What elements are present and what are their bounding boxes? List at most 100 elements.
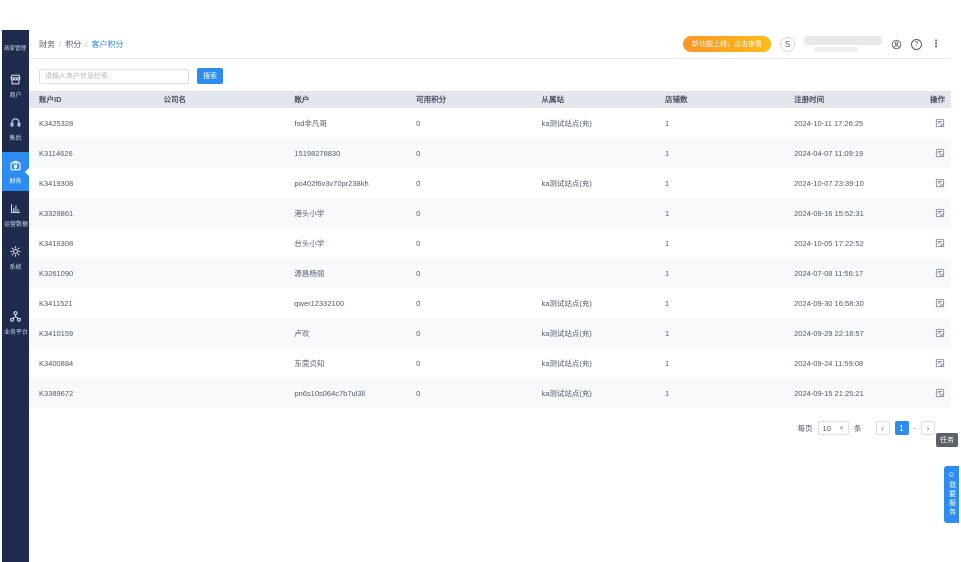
table-cell: po402f6v3v70pr238kh xyxy=(294,178,369,188)
more-options-icon[interactable]: ⋮ xyxy=(931,39,941,50)
table-cell: 1 xyxy=(665,358,670,368)
view-detail-icon[interactable] xyxy=(935,118,945,128)
sidebar-item-operations[interactable]: 运营数据 xyxy=(2,195,29,234)
sidebar-nav: 商户售后财务运营数据系统业务平台 xyxy=(2,66,29,346)
table-cell: 2024-09-15 21:25:21 xyxy=(794,388,864,398)
table-cell: 2024-10-07 23:39:10 xyxy=(794,178,864,188)
table-cell: 0 xyxy=(416,358,421,368)
view-detail-icon[interactable] xyxy=(935,178,945,188)
table-cell: 1 xyxy=(665,268,670,278)
table-cell: 1 xyxy=(665,148,670,158)
sidebar-item-platform[interactable]: 业务平台 xyxy=(2,303,29,342)
table-cell: 2024-07-08 11:56:17 xyxy=(794,268,864,278)
sidebar-item-label: 财务 xyxy=(9,178,22,185)
gear-icon xyxy=(9,245,22,258)
table-cell: 台头小学 xyxy=(294,238,325,248)
table-cell: 2024-09-29 22:18:57 xyxy=(794,328,864,338)
sidebar-item-aftersale[interactable]: 售后 xyxy=(2,109,29,148)
view-detail-icon[interactable] xyxy=(935,328,945,338)
task-tooltip: 任务 xyxy=(936,433,958,447)
service-float-button[interactable]: ☺ 我要服务 xyxy=(944,466,959,523)
view-detail-icon[interactable] xyxy=(935,208,945,218)
table-cell: 0 xyxy=(416,148,421,158)
search-row: 搜索 xyxy=(29,59,951,91)
sidebar-item-label: 业务平台 xyxy=(3,329,28,336)
redacted-line xyxy=(804,36,882,45)
sidebar-item-label: 售后 xyxy=(9,135,22,142)
prev-page-button[interactable]: ‹ xyxy=(875,421,890,435)
table-cell: 2024-10-11 17:26:25 xyxy=(794,118,864,128)
table-cell: K3411521 xyxy=(39,298,73,308)
table-cell-actions xyxy=(916,358,951,368)
help-icon[interactable]: ? xyxy=(911,38,922,50)
pagination: 每页 10 ∨ 条 ‹ 1 - › xyxy=(29,408,951,435)
headset-icon xyxy=(9,116,22,129)
sidebar-item-label: 系统 xyxy=(9,264,22,271)
table-row: K3416308 台头小学 0 1 2024-10-05 17:22:52 xyxy=(29,228,951,258)
table-cell: ka测试站点(充) xyxy=(541,118,592,128)
view-detail-icon[interactable] xyxy=(935,238,945,248)
support-icon[interactable] xyxy=(891,39,902,50)
table-cell: 1 xyxy=(665,118,670,128)
table-cell: K3400884 xyxy=(39,358,74,368)
table-cell: 东莞贞知 xyxy=(294,358,325,368)
breadcrumb-finance[interactable]: 财务 xyxy=(39,39,55,50)
next-page-button[interactable]: › xyxy=(921,421,935,435)
table-cell: fsd非凡哥 xyxy=(294,118,327,128)
sidebar-item-system[interactable]: 系统 xyxy=(2,238,29,277)
screen: 商家管理 商户 售后 财务 运营数据 系统 业务平台 财务 / 积分 / 客户积分 新功能… xyxy=(0,0,961,562)
table-row: K3425328 fsd非凡哥 0 ka测试站点(充) 1 2024-10-11 17:2… xyxy=(29,108,951,138)
view-detail-icon[interactable] xyxy=(935,388,945,398)
main-content: 财务 / 积分 / 客户积分 新功能上线，点击查看 S ? ⋮ 请输入商户信息检… xyxy=(29,30,951,562)
sidebar: 商家管理 商户 售后 财务 运营数据 系统 业务平台 xyxy=(2,30,29,562)
table-cell: 源昌杨丽 xyxy=(294,268,325,278)
per-page-label: 每页 xyxy=(797,423,813,433)
table-cell: 0 xyxy=(416,118,421,128)
table-cell: pn6s10s064c7b7ul3ll xyxy=(294,388,365,398)
sidebar-item-finance[interactable]: 财务 xyxy=(2,152,29,191)
table-cell: 0 xyxy=(416,298,421,308)
redacted-line xyxy=(814,47,858,52)
table-cell-actions xyxy=(916,388,951,398)
table-cell-actions xyxy=(916,238,951,248)
table-cell-actions xyxy=(916,298,951,308)
topbar-right: 新功能上线，点击查看 S ? ⋮ xyxy=(683,36,941,52)
per-page-select[interactable]: 10 ∨ xyxy=(817,421,849,435)
table-row: K3329861 港头小学 0 1 2024-08-16 15:52:31 xyxy=(29,198,951,228)
table-cell: 1 xyxy=(665,178,670,188)
table-cell: ka测试站点(充) xyxy=(541,178,592,188)
table-cell: 0 xyxy=(416,328,421,338)
column-header: 从属站 xyxy=(541,95,564,104)
sidebar-item-label: 商户 xyxy=(9,92,22,99)
storefront-icon xyxy=(9,73,22,86)
table-cell: 2024-09-30 16:58:30 xyxy=(794,298,864,308)
table-cell: K3425328 xyxy=(39,118,74,128)
table-row: K3400884 东莞贞知 0 ka测试站点(充) 1 2024-09-24 11:59:… xyxy=(29,348,951,378)
table-cell: 1 xyxy=(665,328,670,338)
view-detail-icon[interactable] xyxy=(935,268,945,278)
table-cell-actions xyxy=(916,148,951,158)
table-body: K3425328 fsd非凡哥 0 ka测试站点(充) 1 2024-10-11 17:2… xyxy=(29,108,951,408)
table-cell: K3261090 xyxy=(39,268,74,278)
avatar[interactable]: S xyxy=(780,36,795,52)
promo-badge[interactable]: 新功能上线，点击查看 xyxy=(683,36,771,52)
table-cell-actions xyxy=(916,328,951,338)
table-cell: 0 xyxy=(416,178,421,188)
view-detail-icon[interactable] xyxy=(935,298,945,308)
table-cell: ka测试站点(充) xyxy=(541,388,592,398)
view-detail-icon[interactable] xyxy=(935,148,945,158)
table-cell: K3416308 xyxy=(39,238,74,248)
search-button[interactable]: 搜索 xyxy=(197,68,223,84)
search-input[interactable] xyxy=(39,68,189,84)
sidebar-item-merchant[interactable]: 商户 xyxy=(2,66,29,105)
breadcrumb-points[interactable]: 积分 xyxy=(65,39,81,50)
table-cell: 0 xyxy=(416,388,421,398)
table-cell: 2024-10-05 17:22:52 xyxy=(794,238,864,248)
table-cell: 2024-09-24 11:59:08 xyxy=(794,358,864,368)
table-row: K3261090 源昌杨丽 0 1 2024-07-08 11:56:17 xyxy=(29,258,951,288)
view-detail-icon[interactable] xyxy=(935,358,945,368)
customer-points-table: 账户ID 公司名 账户 可用积分 从属站 店铺数 注册时间 操作 K3425328 fsd非凡哥… xyxy=(29,91,951,408)
org-icon xyxy=(9,310,22,323)
breadcrumb-separator: / xyxy=(59,39,62,49)
page-1-button[interactable]: 1 xyxy=(894,421,909,435)
